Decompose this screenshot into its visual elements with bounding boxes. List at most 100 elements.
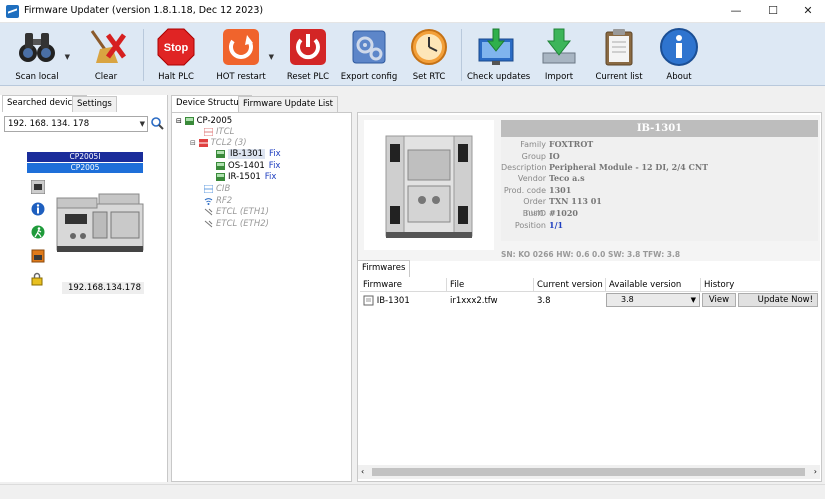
tree-item-tcl2[interactable]: ⊟ TCL2 (3) [190,138,247,149]
about-label: About [666,72,692,82]
info-icon[interactable] [31,202,45,216]
tree-item-itcl[interactable]: ITCL [204,127,234,138]
close-button[interactable]: ✕ [790,0,825,22]
maximize-button[interactable]: ☐ [755,0,791,22]
module-icon [216,149,225,158]
import-tray-icon [542,28,576,64]
tab-firmwares[interactable]: Firmwares [357,260,411,277]
stop-sign-text: Stop [164,42,189,54]
current-list-label: Current list [595,72,643,82]
set-rtc-button[interactable]: Set RTC [403,25,455,84]
prop-key: BusID [522,209,546,218]
prop-value: 1301 [549,185,572,195]
module-icon [216,161,225,170]
network-icon[interactable] [31,180,45,194]
lock-icon[interactable] [31,272,45,286]
chevron-down-icon[interactable]: ▼ [269,53,274,61]
clear-label: Clear [94,72,118,82]
current-list-button[interactable]: Current list [592,25,646,84]
serial-number-line: SN: KO 0266 HW: 0.6 0.0 SW: 3.8 TFW: 3.8 [501,250,681,259]
clock-icon [411,29,447,65]
tree-item-label: RF2 [216,196,233,206]
prop-key: Group [521,152,546,161]
tree-item-label: ETCL (ETH2) [216,219,269,229]
tab-settings[interactable]: Settings [72,96,117,112]
halt-plc-label: Halt PLC [158,72,194,82]
prop-order-num: Order num. TXN 113 01 [501,196,818,217]
chevron-down-icon[interactable]: ▼ [691,294,696,306]
scan-local-button[interactable]: ▼ Scan local [6,25,70,84]
scroll-left-icon[interactable]: ‹ [361,465,364,479]
bus-icon [204,184,213,193]
column-header-file[interactable]: File [447,278,534,292]
export-config-button[interactable]: Export config [340,25,398,84]
clear-button[interactable]: Clear [80,25,132,84]
device-type-label[interactable]: CP2005 [27,163,143,173]
memory-card-icon[interactable] [31,249,45,263]
table-row[interactable]: IB-1301 [363,294,410,308]
ip-address-combo[interactable]: 192. 168. 134. 178 ▼ [4,116,148,132]
prop-value: Teco a.s [549,173,585,183]
prop-value: FOXTROT [549,139,594,149]
tree-item-ib1301[interactable]: IB-1301 Fix [216,149,281,160]
prop-key: Position [514,221,546,230]
binoculars-icon [19,33,55,62]
tree-item-label: IB-1301 [228,149,266,159]
available-version-select[interactable]: 3.8 ▼ [606,293,700,307]
prop-value: #1020 [549,208,578,218]
tree-item-label: ETCL (ETH1) [216,207,269,217]
update-now-button[interactable]: Update Now! [738,293,818,307]
prop-value: TXN 113 01 [549,196,602,206]
tree-item-rf2[interactable]: RF2 [204,196,232,207]
firmware-file-icon [363,295,374,306]
fix-badge[interactable]: Fix [265,172,277,182]
file-cell: ir1xxx2.tfw [450,296,498,306]
hot-restart-label: HOT restart [216,72,266,82]
status-bar [0,484,825,499]
reset-plc-button[interactable]: Reset PLC [282,25,334,84]
minimize-button[interactable]: — [718,0,754,22]
search-icon[interactable] [151,117,164,130]
fix-badge[interactable]: Fix [269,161,281,171]
halt-plc-button[interactable]: Stop Halt PLC [150,25,202,84]
scrollbar-thumb[interactable] [372,468,805,476]
module-title: IB-1301 [501,120,818,137]
column-header-available-version[interactable]: Available version [606,278,701,292]
chevron-down-icon[interactable]: ▼ [140,117,145,131]
running-icon[interactable] [31,225,45,239]
view-history-button[interactable]: View [702,293,736,307]
export-gears-icon [352,30,386,64]
export-config-label: Export config [340,72,398,82]
window-title: Firmware Updater (version 1.8.1.18, Dec … [24,5,264,16]
scroll-right-icon[interactable]: › [814,465,817,479]
import-button[interactable]: Import [533,25,585,84]
tree-item-label: CP-2005 [196,116,233,126]
tree-item-cp2005[interactable]: ⊟ CP-2005 [176,116,232,127]
restart-icon [223,29,259,65]
tree-item-etcl-eth2[interactable]: ETCL (ETH2) [204,219,269,230]
device-name-label[interactable]: CP2005I [27,152,143,162]
prop-value: Peripheral Module - 12 DI, 2/4 CNT [549,162,709,172]
about-button[interactable]: About [653,25,705,84]
fix-badge[interactable]: Fix [269,149,281,159]
prop-key: Prod. code [503,186,546,195]
column-header-current-version[interactable]: Current version [534,278,606,292]
check-updates-button[interactable]: Check updates [467,25,530,84]
tree-item-label: CIB [216,184,231,194]
bus-icon [198,138,208,147]
tree-item-cib[interactable]: CIB [204,184,230,195]
tree-item-ir1501[interactable]: IR-1501 Fix [216,172,276,183]
prop-value[interactable]: 1/1 [549,220,563,231]
tree-item-label: ITCL [216,127,235,137]
column-header-firmware[interactable]: Firmware [360,278,447,292]
ethernet-icon [204,220,213,227]
tab-firmware-update-list[interactable]: Firmware Update List [238,96,339,112]
device-ip-label: 192.168.134.178 [62,282,144,294]
hot-restart-button[interactable]: ▼ HOT restart [210,25,274,84]
chevron-down-icon[interactable]: ▼ [65,53,70,61]
tree-item-etcl-eth1[interactable]: ETCL (ETH1) [204,207,269,218]
column-header-history[interactable]: History [701,278,818,292]
horizontal-scrollbar[interactable]: ‹ › [358,465,820,479]
prop-key: Family [520,140,546,149]
tree-item-os1401[interactable]: OS-1401 Fix [216,161,280,172]
